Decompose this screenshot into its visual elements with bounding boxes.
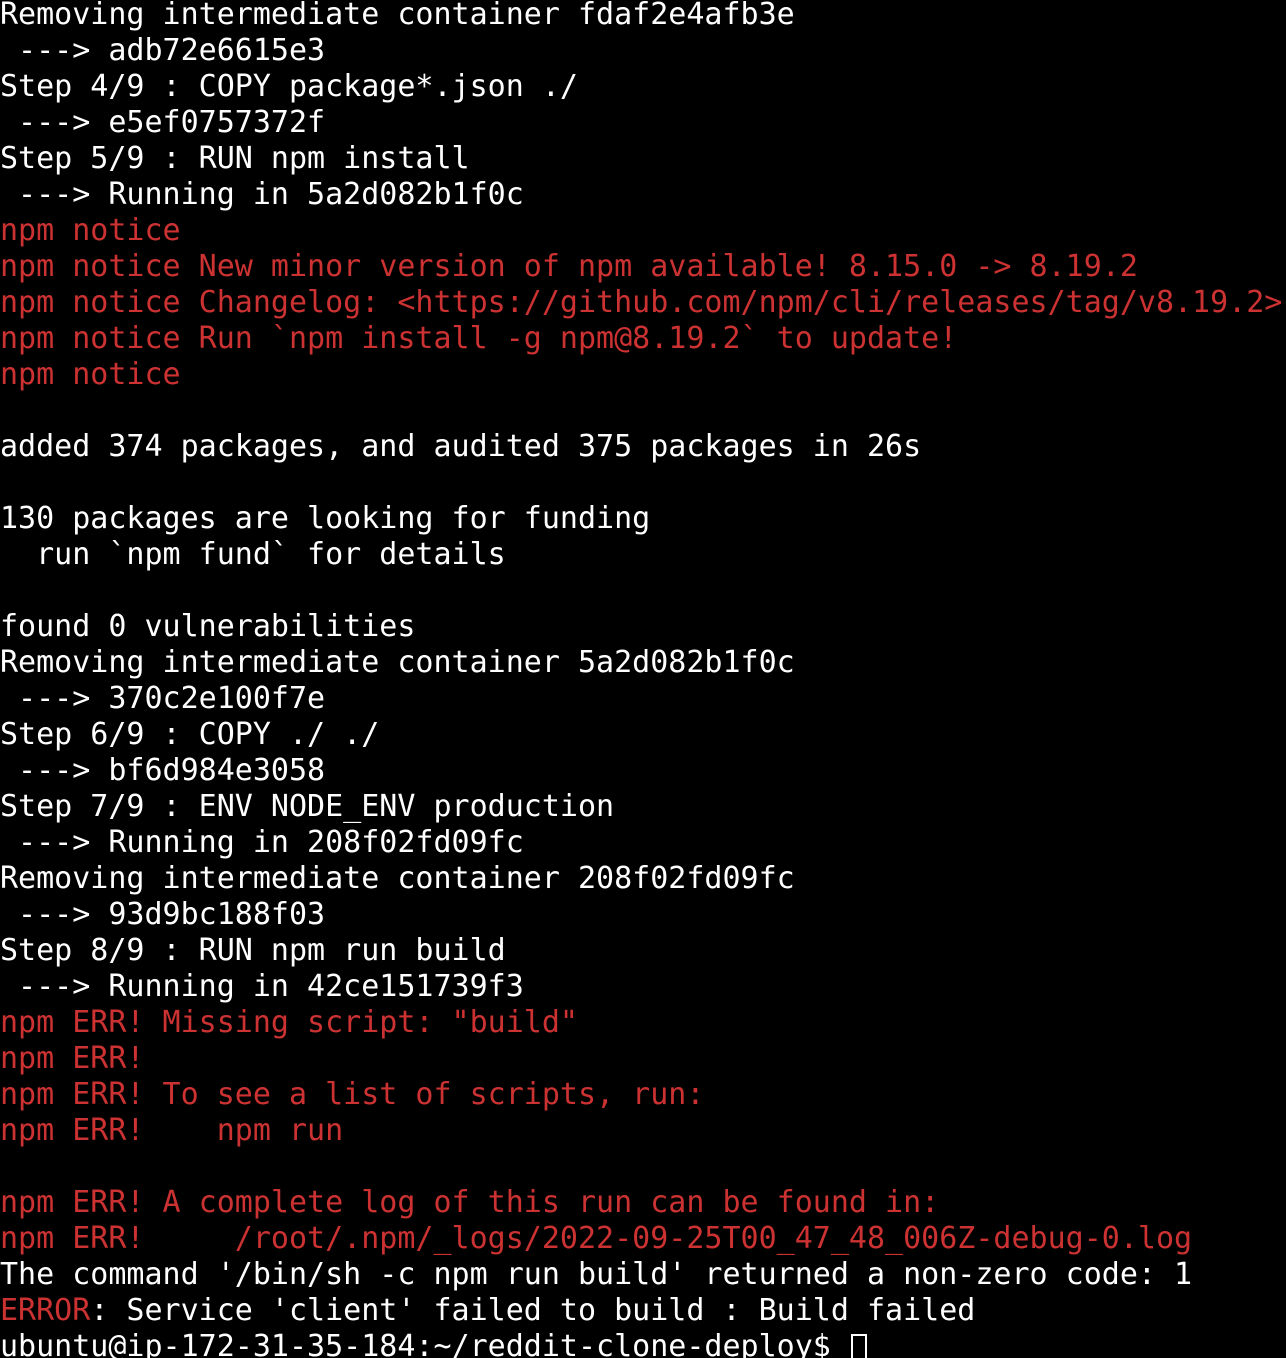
block-outline-cursor[interactable] xyxy=(850,1334,867,1358)
terminal-line: npm ERR! A complete log of this run can … xyxy=(0,1185,1286,1221)
terminal-line: Step 7/9 : ENV NODE_ENV production xyxy=(0,789,1286,825)
terminal-line xyxy=(0,573,1286,609)
terminal-line: ---> bf6d984e3058 xyxy=(0,753,1286,789)
terminal-line-text: npm notice xyxy=(0,213,181,248)
terminal-line-text: ---> Running in 208f02fd09fc xyxy=(0,825,524,860)
terminal-line-text: 130 packages are looking for funding xyxy=(0,501,651,536)
terminal-line: ---> Running in 42ce151739f3 xyxy=(0,969,1286,1005)
terminal-line-text: npm notice Changelog: <https://github.co… xyxy=(0,285,1283,320)
terminal-line-text: Step 4/9 : COPY package*.json ./ xyxy=(0,69,578,104)
terminal-line-text xyxy=(0,573,18,608)
terminal-line-segment: : Service 'client' failed to build : Bui… xyxy=(90,1293,976,1328)
terminal-line: npm notice Changelog: <https://github.co… xyxy=(0,285,1286,321)
terminal-line: npm ERR! /root/.npm/_logs/2022-09-25T00_… xyxy=(0,1221,1286,1257)
terminal-line-text: added 374 packages, and audited 375 pack… xyxy=(0,429,922,464)
terminal-line-text: Removing intermediate container 208f02fd… xyxy=(0,861,795,896)
terminal-line-text: Removing intermediate container fdaf2e4a… xyxy=(0,0,795,32)
terminal-line: Step 4/9 : COPY package*.json ./ xyxy=(0,69,1286,105)
terminal-line: Removing intermediate container 5a2d082b… xyxy=(0,645,1286,681)
terminal-line: npm ERR! xyxy=(0,1041,1286,1077)
shell-prompt-line[interactable]: ubuntu@ip-172-31-35-184:~/reddit-clone-d… xyxy=(0,1329,1286,1358)
terminal-line-text: npm ERR! xyxy=(0,1041,145,1076)
terminal-line-text: ---> 370c2e100f7e xyxy=(0,681,326,716)
terminal-line-text: npm notice New minor version of npm avai… xyxy=(0,249,1138,284)
terminal-line: found 0 vulnerabilities xyxy=(0,609,1286,645)
terminal-line: npm ERR! To see a list of scripts, run: xyxy=(0,1077,1286,1113)
terminal-line xyxy=(0,465,1286,501)
terminal-line: npm notice xyxy=(0,213,1286,249)
terminal-line: npm notice New minor version of npm avai… xyxy=(0,249,1286,285)
terminal-line: added 374 packages, and audited 375 pack… xyxy=(0,429,1286,465)
terminal-line: ---> 93d9bc188f03 xyxy=(0,897,1286,933)
terminal-line: run `npm fund` for details xyxy=(0,537,1286,573)
terminal-line-text: Step 6/9 : COPY ./ ./ xyxy=(0,717,380,752)
terminal-line: ---> e5ef0757372f xyxy=(0,105,1286,141)
terminal-line: Removing intermediate container 208f02fd… xyxy=(0,861,1286,897)
terminal-line: npm notice Run `npm install -g npm@8.19.… xyxy=(0,321,1286,357)
terminal-line: npm notice xyxy=(0,357,1286,393)
terminal-line-text: ---> Running in 5a2d082b1f0c xyxy=(0,177,524,212)
terminal-line-text: run `npm fund` for details xyxy=(0,537,506,572)
terminal-line-text: ---> e5ef0757372f xyxy=(0,105,326,140)
terminal-line: npm ERR! Missing script: "build" xyxy=(0,1005,1286,1041)
terminal-window[interactable]: Removing intermediate container fdaf2e4a… xyxy=(0,0,1286,1358)
terminal-line: ---> Running in 5a2d082b1f0c xyxy=(0,177,1286,213)
terminal-line-text: npm notice Run `npm install -g npm@8.19.… xyxy=(0,321,958,356)
terminal-line-text: ---> adb72e6615e3 xyxy=(0,33,326,68)
terminal-line-text: found 0 vulnerabilities xyxy=(0,609,416,644)
terminal-line-text: Step 5/9 : RUN npm install xyxy=(0,141,470,176)
terminal-line: ---> Running in 208f02fd09fc xyxy=(0,825,1286,861)
terminal-line: 130 packages are looking for funding xyxy=(0,501,1286,537)
terminal-line-text: Removing intermediate container 5a2d082b… xyxy=(0,645,795,680)
terminal-line-text xyxy=(0,1149,18,1184)
terminal-line-text: npm ERR! Missing script: "build" xyxy=(0,1005,578,1040)
shell-prompt: ubuntu@ip-172-31-35-184:~/reddit-clone-d… xyxy=(0,1329,849,1358)
terminal-line-text: npm ERR! npm run xyxy=(0,1113,344,1148)
terminal-line-text xyxy=(0,465,18,500)
terminal-line-text: npm ERR! To see a list of scripts, run: xyxy=(0,1077,705,1112)
terminal-line xyxy=(0,1149,1286,1185)
terminal-line-text: ---> 93d9bc188f03 xyxy=(0,897,326,932)
terminal-line: Step 8/9 : RUN npm run build xyxy=(0,933,1286,969)
terminal-line-text: npm ERR! A complete log of this run can … xyxy=(0,1185,940,1220)
terminal-line-text: npm ERR! /root/.npm/_logs/2022-09-25T00_… xyxy=(0,1221,1193,1256)
terminal-output: Removing intermediate container fdaf2e4a… xyxy=(0,0,1286,1358)
terminal-line xyxy=(0,393,1286,429)
terminal-line: The command '/bin/sh -c npm run build' r… xyxy=(0,1257,1286,1293)
terminal-line-text: ---> bf6d984e3058 xyxy=(0,753,326,788)
terminal-line-text: ---> Running in 42ce151739f3 xyxy=(0,969,524,1004)
terminal-line: Step 6/9 : COPY ./ ./ xyxy=(0,717,1286,753)
terminal-line: ---> 370c2e100f7e xyxy=(0,681,1286,717)
terminal-line: Step 5/9 : RUN npm install xyxy=(0,141,1286,177)
terminal-line: npm ERR! npm run xyxy=(0,1113,1286,1149)
terminal-line: ---> adb72e6615e3 xyxy=(0,33,1286,69)
terminal-line-text: npm notice xyxy=(0,357,181,392)
terminal-line-text: Step 8/9 : RUN npm run build xyxy=(0,933,506,968)
terminal-line: Removing intermediate container fdaf2e4a… xyxy=(0,0,1286,33)
terminal-line-text: Step 7/9 : ENV NODE_ENV production xyxy=(0,789,615,824)
terminal-line: ERROR: Service 'client' failed to build … xyxy=(0,1293,1286,1329)
terminal-line-segment: ERROR xyxy=(0,1293,91,1328)
terminal-line-text xyxy=(0,393,18,428)
terminal-line-text: The command '/bin/sh -c npm run build' r… xyxy=(0,1257,1193,1292)
